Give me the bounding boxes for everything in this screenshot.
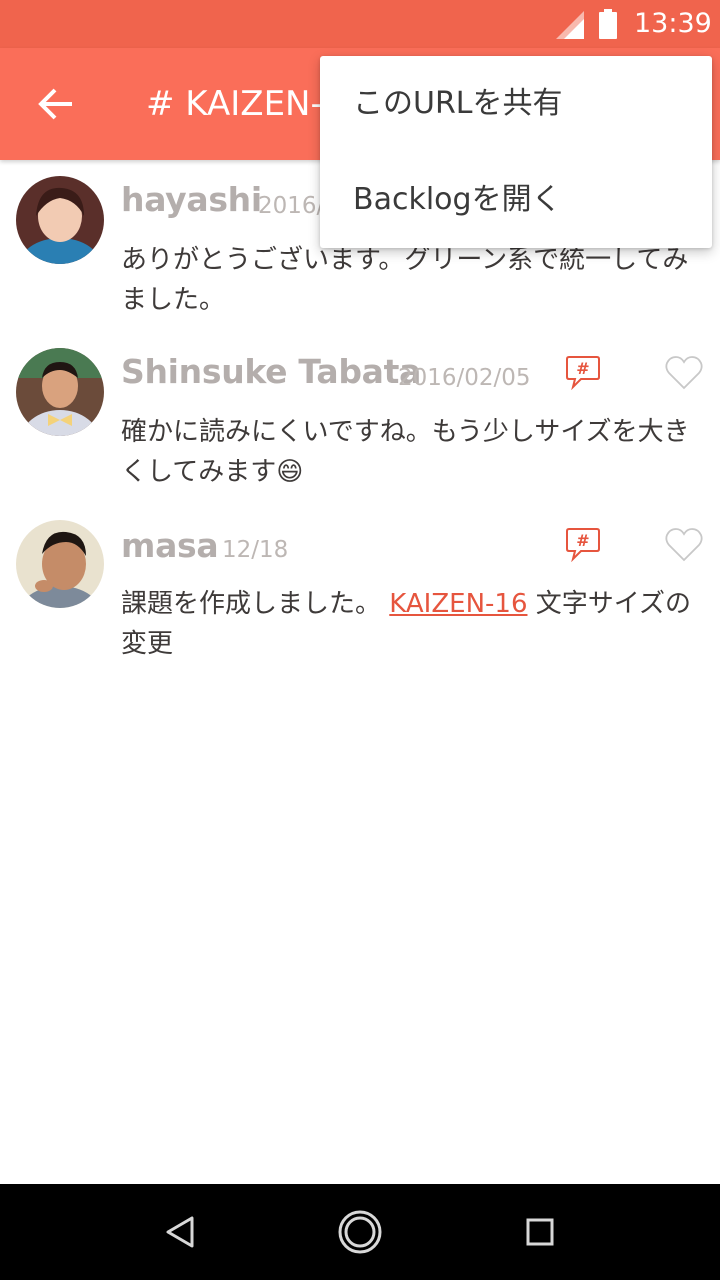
comment-item: masa 12/18 # 課題を作成しました。 KAIZEN-16 文字サイズの… xyxy=(0,520,720,670)
menu-item-share-url[interactable]: このURLを共有 xyxy=(320,56,712,152)
navigation-bar xyxy=(0,1184,720,1280)
nav-recents-icon[interactable] xyxy=(524,1208,556,1256)
comment-author[interactable]: Shinsuke Tabata xyxy=(121,350,421,394)
comment-author[interactable]: masa xyxy=(121,524,219,568)
hash-speech-bubble-icon[interactable]: # xyxy=(565,526,601,562)
issue-link[interactable]: KAIZEN-16 xyxy=(389,589,527,619)
menu-item-open-backlog[interactable]: Backlogを開く xyxy=(320,152,712,248)
avatar[interactable] xyxy=(16,520,104,608)
avatar[interactable] xyxy=(16,348,104,436)
avatar[interactable] xyxy=(16,176,104,264)
comment-date: 2016/ xyxy=(258,193,325,219)
comment-text-part: 課題を作成しました。 xyxy=(121,589,382,619)
hash-speech-bubble-icon[interactable]: # xyxy=(565,354,601,390)
comment-item: Shinsuke Tabata 2016/02/05 # 確かに読みにくいですね… xyxy=(0,348,720,498)
battery-icon xyxy=(599,9,617,39)
heart-outline-icon[interactable] xyxy=(665,528,703,562)
page-title: # KAIZEN- xyxy=(146,84,323,124)
comment-text: 課題を作成しました。 KAIZEN-16 文字サイズの変更 xyxy=(121,584,711,664)
arrow-left-icon[interactable] xyxy=(36,84,76,124)
svg-text:#: # xyxy=(576,531,589,550)
comment-date: 12/18 xyxy=(222,537,289,563)
nav-home-icon[interactable] xyxy=(336,1208,384,1256)
signal-icon xyxy=(556,11,584,39)
status-bar: 13:39 xyxy=(0,0,720,48)
comment-date: 2016/02/05 xyxy=(398,365,531,391)
clock: 13:39 xyxy=(634,8,712,39)
svg-text:#: # xyxy=(576,359,589,378)
nav-back-icon[interactable] xyxy=(164,1208,196,1256)
overflow-menu: このURLを共有 Backlogを開く xyxy=(320,56,712,248)
comment-author[interactable]: hayashi xyxy=(121,178,262,222)
heart-outline-icon[interactable] xyxy=(665,356,703,390)
comment-text: ありがとうございます。グリーン系で統一してみました。 xyxy=(121,245,689,315)
comment-text: 確かに読みにくいですね。もう少しサイズを大きくしてみます😄 xyxy=(121,417,690,487)
